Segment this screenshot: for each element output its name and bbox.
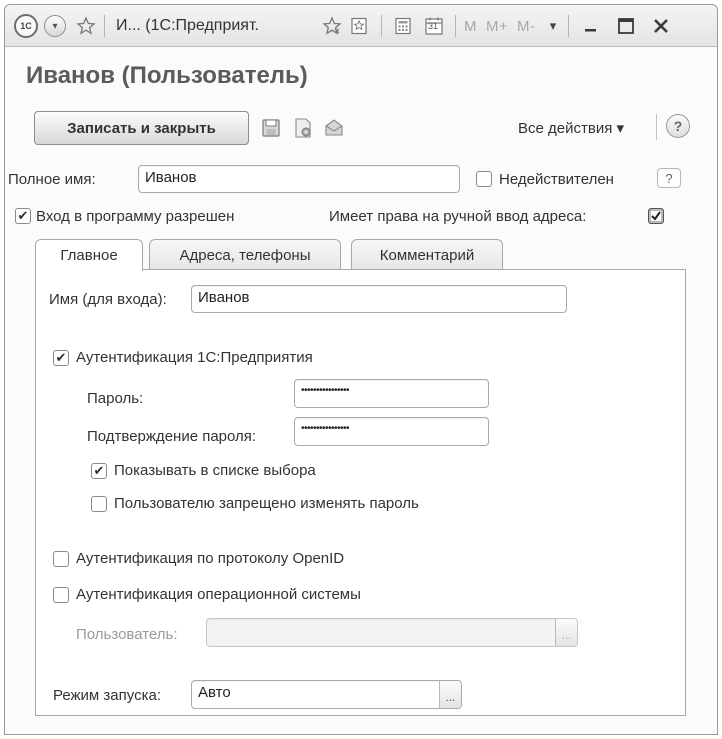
more-dropdown-icon[interactable]: ▾ bbox=[545, 14, 561, 38]
calendar-icon[interactable]: 31 bbox=[423, 14, 445, 38]
inactive-help-icon[interactable]: ? bbox=[657, 168, 681, 188]
help-button[interactable]: ? bbox=[666, 114, 690, 138]
auth-1c-checkbox[interactable]: ✔ bbox=[53, 350, 69, 366]
launch-mode-value: Авто bbox=[198, 684, 231, 701]
launch-mode-label: Режим запуска: bbox=[53, 687, 161, 704]
calculator-icon[interactable] bbox=[392, 14, 414, 38]
auth-1c-label: Аутентификация 1С:Предприятия bbox=[76, 349, 313, 366]
menu-dropdown-button[interactable]: ▾ bbox=[44, 14, 66, 38]
memory-button-m[interactable]: M bbox=[464, 14, 477, 38]
tab-comment[interactable]: Комментарий bbox=[351, 239, 503, 270]
tab-addresses-phones[interactable]: Адреса, телефоны bbox=[149, 239, 341, 270]
window-title: И... (1С:Предприят. bbox=[116, 14, 259, 38]
maximize-icon[interactable] bbox=[614, 14, 638, 38]
save-icon[interactable] bbox=[260, 117, 282, 139]
os-user-label: Пользователь: bbox=[76, 626, 178, 643]
app-logo-icon[interactable]: 1С bbox=[14, 14, 38, 38]
check-icon: ✔ bbox=[55, 350, 67, 365]
password-field[interactable]: •••••••••••••••• bbox=[294, 379, 489, 408]
full-name-label: Полное имя: bbox=[8, 171, 96, 188]
app-logo-text: 1С bbox=[14, 14, 38, 38]
favorite-star-icon[interactable] bbox=[74, 14, 98, 38]
os-user-pick-button[interactable]: ... bbox=[555, 619, 577, 646]
manual-address-label: Имеет права на ручной ввод адреса: bbox=[329, 208, 587, 225]
memory-m-plus-label: M+ bbox=[486, 17, 509, 35]
chevron-down-icon: ▾ bbox=[44, 15, 66, 37]
password-confirm-label: Подтверждение пароля: bbox=[87, 428, 257, 445]
login-allowed-label: Вход в программу разрешен bbox=[36, 208, 235, 225]
all-actions-menu[interactable]: Все действия ▾ bbox=[518, 119, 624, 137]
inactive-checkbox[interactable] bbox=[476, 171, 492, 187]
user-form-window: 1С ▾ И... (1С:Предприят. 31 M M+ M- ▾ Ив… bbox=[4, 4, 718, 735]
calendar-day: 31 bbox=[428, 21, 439, 31]
forbid-password-change-checkbox[interactable] bbox=[91, 496, 107, 512]
login-allowed-checkbox[interactable]: ✔ bbox=[15, 208, 31, 224]
auth-openid-checkbox[interactable] bbox=[53, 551, 69, 567]
tab-main[interactable]: Главное bbox=[35, 239, 143, 271]
auth-openid-label: Аутентификация по протоколу OpenID bbox=[76, 550, 345, 567]
inactive-label: Недействителен bbox=[499, 171, 614, 188]
launch-mode-field[interactable]: Авто ... bbox=[191, 680, 462, 709]
auth-os-label: Аутентификация операционной системы bbox=[76, 586, 361, 603]
memory-m-label: M bbox=[464, 17, 477, 35]
bookmark-icon[interactable] bbox=[348, 14, 370, 38]
launch-mode-pick-button[interactable]: ... bbox=[439, 681, 461, 708]
favorites-star-icon[interactable] bbox=[320, 14, 344, 38]
save-and-close-button[interactable]: Записать и закрыть bbox=[34, 111, 249, 145]
tab-panel-main: Имя (для входа): Иванов ✔ Аутентификация… bbox=[35, 269, 686, 716]
show-in-list-label: Показывать в списке выбора bbox=[114, 462, 316, 479]
password-label: Пароль: bbox=[87, 390, 144, 407]
show-in-list-checkbox[interactable]: ✔ bbox=[91, 463, 107, 479]
check-icon bbox=[649, 209, 663, 223]
auth-os-checkbox[interactable] bbox=[53, 587, 69, 603]
password-confirm-field[interactable]: •••••••••••••••• bbox=[294, 417, 489, 446]
minimize-icon[interactable] bbox=[579, 14, 603, 38]
form-title: Иванов (Пользователь) bbox=[26, 62, 308, 89]
os-user-field[interactable]: ... bbox=[206, 618, 578, 647]
title-bar: 1С ▾ И... (1С:Предприят. 31 M M+ M- ▾ bbox=[5, 5, 717, 47]
settings-document-icon[interactable] bbox=[292, 117, 314, 139]
toolbar: Записать и закрыть Все действия ▾ ? bbox=[5, 111, 717, 147]
memory-button-m-minus[interactable]: M- bbox=[517, 14, 536, 38]
password-confirm-value: •••••••••••••••• bbox=[301, 423, 350, 434]
mail-icon[interactable] bbox=[323, 117, 345, 139]
memory-m-minus-label: M- bbox=[517, 17, 536, 35]
window-title-text: И... (1С:Предприят. bbox=[116, 17, 259, 34]
memory-button-m-plus[interactable]: M+ bbox=[486, 14, 508, 38]
check-icon: ✔ bbox=[93, 463, 105, 478]
forbid-password-change-label: Пользователю запрещено изменять пароль bbox=[114, 495, 419, 512]
password-value: •••••••••••••••• bbox=[301, 385, 350, 396]
manual-address-checkbox[interactable] bbox=[648, 208, 664, 224]
login-name-label: Имя (для входа): bbox=[49, 291, 167, 308]
login-name-field[interactable]: Иванов bbox=[191, 285, 567, 313]
full-name-field[interactable]: Иванов bbox=[138, 165, 460, 193]
check-icon: ✔ bbox=[17, 208, 29, 223]
close-icon[interactable] bbox=[649, 14, 673, 38]
